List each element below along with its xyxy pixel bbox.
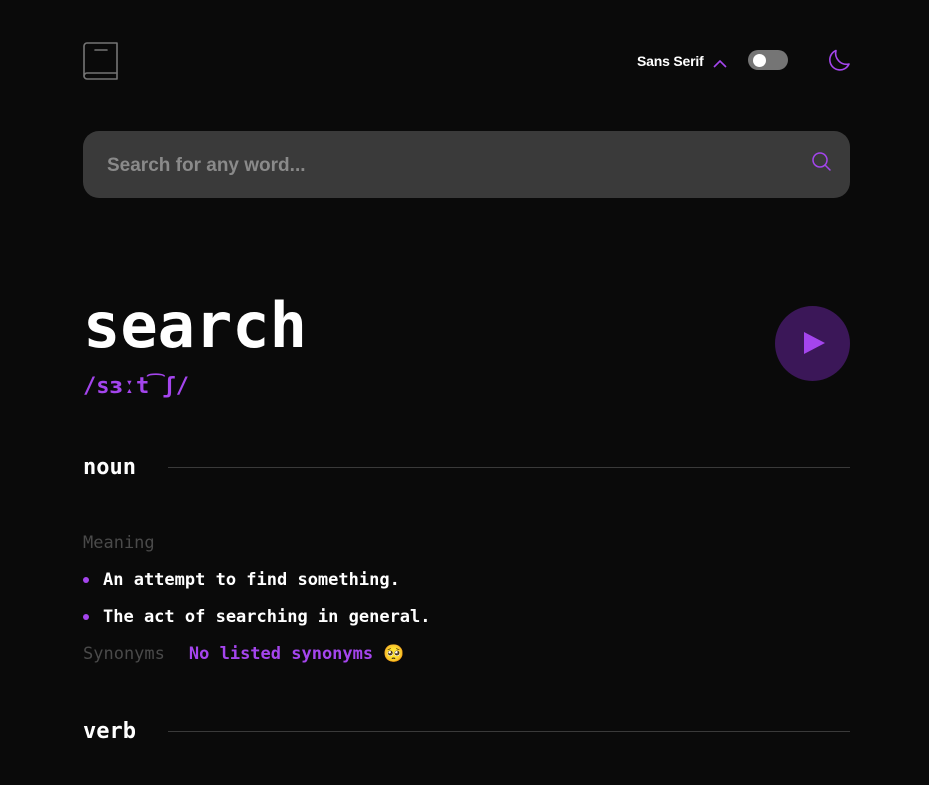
dictionary-app: Sans Serif search /sɜːt͡ʃ/ n <box>0 0 929 785</box>
part-of-speech-label: verb <box>83 718 136 744</box>
synonyms-row: Synonyms No listed synonyms 🥺 <box>83 641 404 667</box>
divider-line <box>167 730 850 732</box>
bullet-dot <box>83 614 89 620</box>
definition-list: An attempt to find something. The act of… <box>83 567 431 641</box>
play-pronunciation-button[interactable] <box>775 306 850 381</box>
font-select-label: Sans Serif <box>637 53 704 69</box>
meaning-heading: Meaning <box>83 533 155 553</box>
search-input[interactable] <box>105 131 789 200</box>
divider-line <box>167 466 850 468</box>
font-select[interactable]: Sans Serif <box>637 50 728 72</box>
definition-item: The act of searching in general. <box>83 604 431 641</box>
chevron-up-icon <box>713 56 728 68</box>
toggle-knob <box>753 54 766 67</box>
definition-text: An attempt to find something. <box>103 570 400 590</box>
bullet-dot <box>83 577 89 583</box>
definition-item: An attempt to find something. <box>83 567 431 604</box>
search-bar <box>83 131 850 200</box>
definition-text: The act of searching in general. <box>103 607 431 627</box>
word-title: search <box>83 289 307 362</box>
part-of-speech-label: noun <box>83 454 136 480</box>
book-icon[interactable] <box>83 42 119 82</box>
phonetic-text: /sɜːt͡ʃ/ <box>83 374 189 399</box>
synonyms-label: Synonyms <box>83 644 165 664</box>
synonyms-value: No listed synonyms <box>188 644 374 664</box>
theme-toggle[interactable] <box>748 50 788 70</box>
moon-icon[interactable] <box>826 47 852 73</box>
search-icon[interactable] <box>810 150 832 172</box>
pleading-face-emoji: 🥺 <box>383 644 405 664</box>
pos-header-verb: verb <box>83 716 850 746</box>
pos-header-noun: noun <box>83 452 850 482</box>
play-icon <box>804 332 825 354</box>
